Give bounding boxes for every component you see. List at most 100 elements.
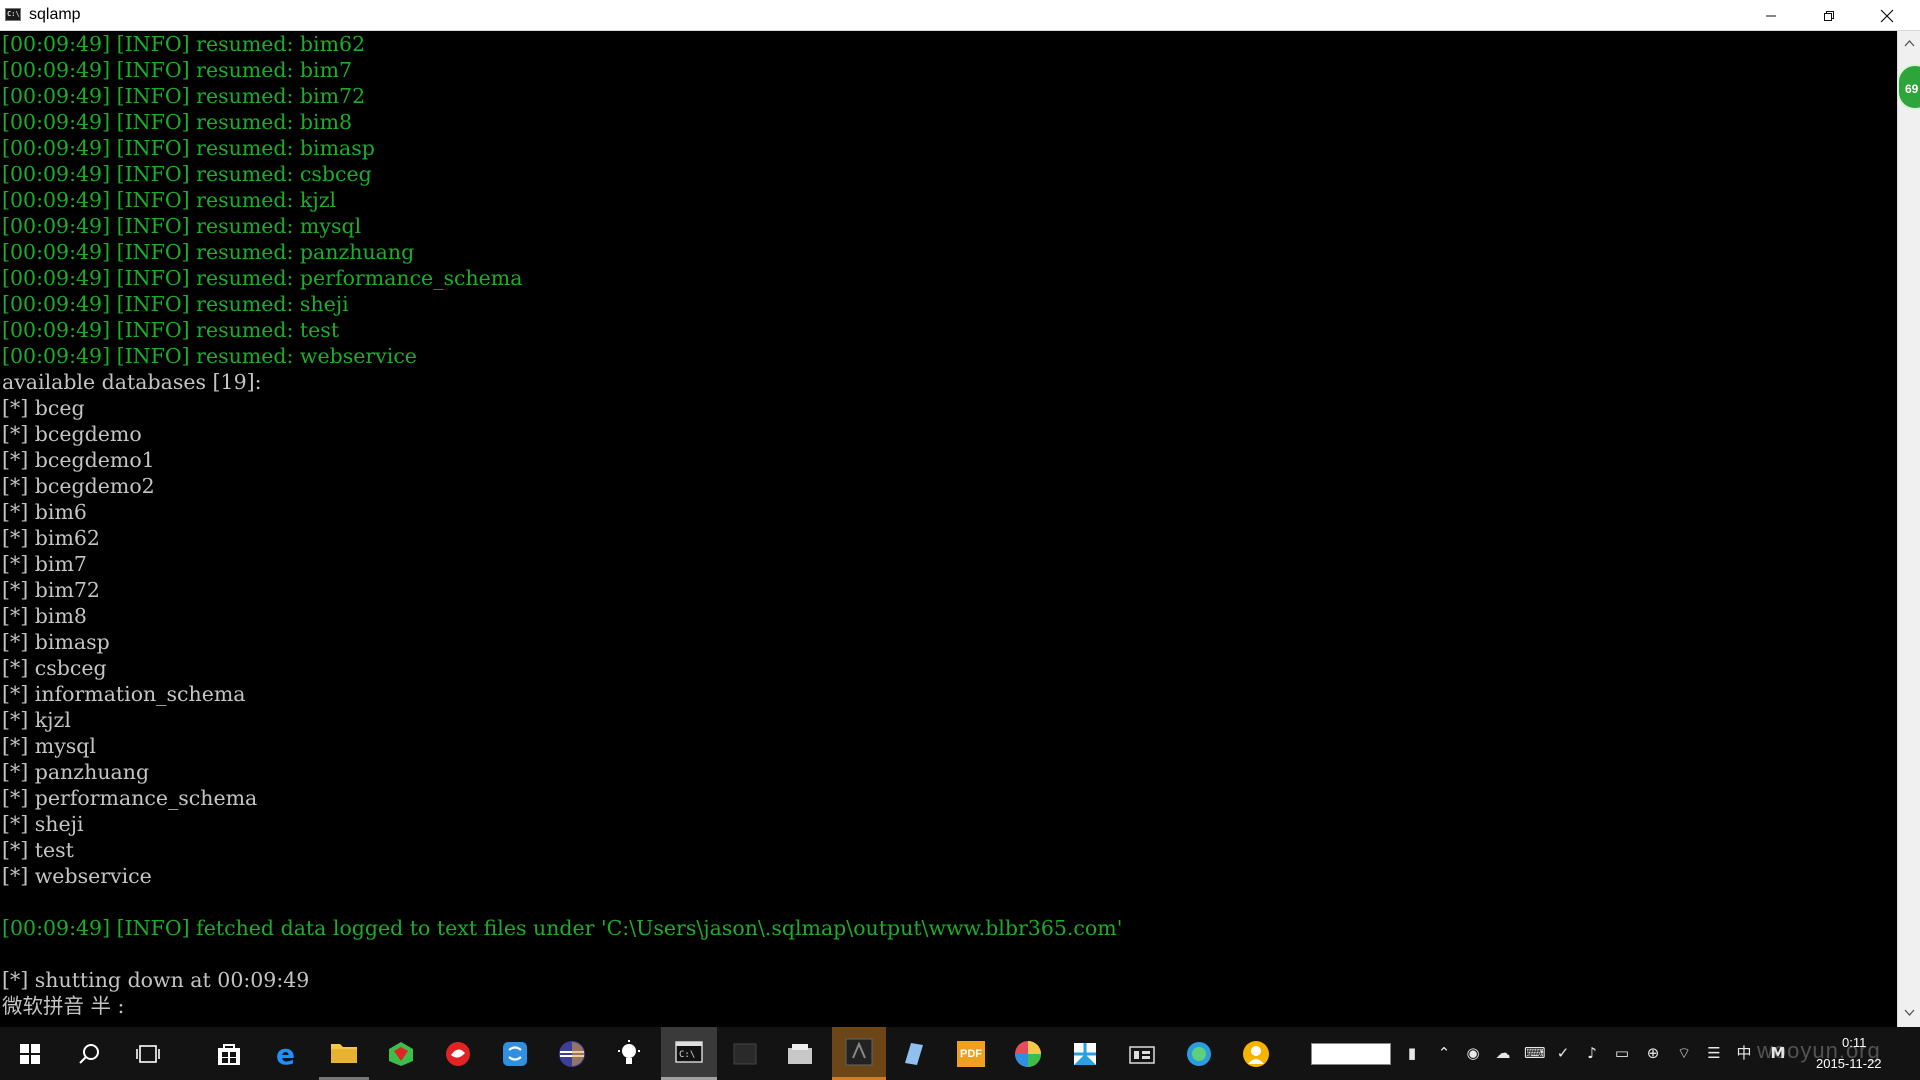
svg-text:e: e xyxy=(276,1041,295,1067)
wifi-icon[interactable]: ⌔ xyxy=(1674,1042,1694,1064)
fetched-data-line: [00:09:49] [INFO] fetched data logged to… xyxy=(2,916,1123,940)
log-line: [00:09:49] [INFO] resumed: sheji xyxy=(2,292,349,316)
windows-logo-icon xyxy=(20,1043,40,1064)
start-button[interactable] xyxy=(5,1027,55,1080)
network-globe-icon[interactable]: ◉ xyxy=(1463,1042,1483,1064)
log-line: [00:09:49] [INFO] resumed: bim62 xyxy=(2,32,366,56)
taskbar-store[interactable] xyxy=(204,1027,254,1080)
database-item: [*] bceg xyxy=(2,396,85,420)
clock-date[interactable]: 2015-11-22 xyxy=(1816,1056,1882,1071)
taskbar-app-9[interactable] xyxy=(1060,1027,1110,1080)
database-item: [*] bim62 xyxy=(2,526,100,550)
taskbar-eclipse[interactable] xyxy=(547,1027,597,1080)
log-line: [00:09:49] [INFO] resumed: test xyxy=(2,318,340,342)
battery-icon[interactable]: ▭ xyxy=(1612,1042,1632,1064)
minimize-button[interactable] xyxy=(1742,0,1800,31)
database-item: [*] bcegdemo xyxy=(2,422,142,446)
lightbulb-icon xyxy=(618,1039,640,1064)
cloud-sync-icon[interactable]: ☁ xyxy=(1493,1042,1513,1064)
taskbar-app-11[interactable] xyxy=(1174,1027,1224,1080)
restore-icon xyxy=(1824,10,1834,21)
edge-icon: e xyxy=(276,1041,295,1067)
taskbar-app-3[interactable] xyxy=(490,1027,540,1080)
taskbar-terminal[interactable]: C:\ xyxy=(661,1027,717,1080)
scroll-up-arrow-icon[interactable] xyxy=(1904,39,1915,47)
app-icon-5 xyxy=(788,1043,812,1064)
taskbar-app-8[interactable] xyxy=(1003,1027,1053,1080)
database-item: [*] bim72 xyxy=(2,578,100,602)
database-item: [*] sheji xyxy=(2,812,84,836)
log-line: [00:09:49] [INFO] resumed: mysql xyxy=(2,214,362,238)
database-item: [*] bcegdemo2 xyxy=(2,474,155,498)
log-line: [00:09:49] [INFO] resumed: csbceg xyxy=(2,162,372,186)
app-icon-4 xyxy=(733,1043,757,1064)
clock-time[interactable]: 0:11 xyxy=(1842,1035,1866,1050)
database-item: [*] kjzl xyxy=(2,708,71,732)
minimize-icon xyxy=(1766,15,1776,16)
ime-input-box[interactable] xyxy=(1311,1043,1391,1065)
taskbar-edge[interactable]: e xyxy=(262,1027,312,1080)
search-icon xyxy=(79,1043,99,1064)
battery-tray-icon[interactable]: ▮ xyxy=(1402,1042,1422,1064)
app-icon-2 xyxy=(446,1041,470,1066)
taskbar-app-10[interactable] xyxy=(1117,1027,1167,1080)
database-item: [*] panzhuang xyxy=(2,760,150,784)
scroll-down-arrow-icon[interactable] xyxy=(1904,1009,1915,1017)
database-item: [*] bimasp xyxy=(2,630,110,654)
log-line: [00:09:49] [INFO] resumed: webservice xyxy=(2,344,417,368)
task-view-button[interactable] xyxy=(123,1027,173,1080)
svg-text:C:\: C:\ xyxy=(679,1050,695,1060)
database-item: [*] information_schema xyxy=(2,682,246,706)
taskbar-pdf[interactable]: PDF xyxy=(946,1027,996,1080)
databases-header: available databases [19]: xyxy=(2,370,262,394)
taskbar-lightbulb[interactable] xyxy=(604,1027,654,1080)
search-button[interactable] xyxy=(64,1027,114,1080)
app-icon-11 xyxy=(1187,1041,1211,1066)
volume-icon[interactable]: ♪ xyxy=(1582,1042,1602,1064)
keyboard-icon[interactable]: ⌨ xyxy=(1524,1042,1546,1064)
title-bar: C:\ sqlamp xyxy=(0,0,1920,31)
log-line: [00:09:49] [INFO] resumed: bimasp xyxy=(2,136,375,160)
taskbar: e C:\ PDF xyxy=(0,1027,1920,1080)
taskbar-file-explorer[interactable] xyxy=(319,1027,369,1080)
terminal-icon: C:\ xyxy=(675,1041,703,1063)
taskbar-app-1[interactable] xyxy=(376,1027,426,1080)
database-item: [*] test xyxy=(2,838,74,862)
taskbar-app-4[interactable] xyxy=(720,1027,770,1080)
vertical-scrollbar[interactable] xyxy=(1897,31,1920,1027)
log-line: [00:09:49] [INFO] resumed: bim7 xyxy=(2,58,353,82)
log-line: [00:09:49] [INFO] resumed: kjzl xyxy=(2,188,337,212)
add-tray-icon[interactable]: ⊕ xyxy=(1643,1042,1663,1064)
taskbar-app-12[interactable] xyxy=(1231,1027,1281,1080)
app-tray-icon[interactable]: ✓ xyxy=(1553,1042,1573,1064)
window-title: sqlamp xyxy=(29,6,81,23)
app-icon-8 xyxy=(1015,1040,1041,1067)
taskbar-app-6[interactable] xyxy=(832,1027,886,1080)
folder-icon xyxy=(331,1044,357,1063)
taskbar-app-5[interactable] xyxy=(775,1027,825,1080)
floating-monitor-badge[interactable]: 69 xyxy=(1897,64,1920,110)
show-hidden-icons-chevron-icon[interactable]: ⌃ xyxy=(1434,1042,1454,1064)
app-icon-1 xyxy=(389,1041,413,1066)
pdf-icon: PDF xyxy=(957,1040,985,1067)
app-icon-9 xyxy=(1074,1042,1096,1065)
ime-language-indicator[interactable]: 中 xyxy=(1734,1042,1754,1064)
eclipse-icon xyxy=(559,1040,585,1067)
database-item: [*] performance_schema xyxy=(2,786,258,810)
database-item: [*] bim6 xyxy=(2,500,87,524)
database-item: [*] mysql xyxy=(2,734,96,758)
taskbar-app-2[interactable] xyxy=(433,1027,483,1080)
close-icon xyxy=(1880,9,1894,22)
app-icon-7 xyxy=(905,1042,923,1065)
app-icon-3 xyxy=(503,1041,527,1066)
database-item: [*] bcegdemo1 xyxy=(2,448,155,472)
close-button[interactable] xyxy=(1858,0,1916,31)
database-item: [*] webservice xyxy=(2,864,152,888)
notification-icon[interactable]: ☰ xyxy=(1704,1042,1724,1064)
taskbar-app-7[interactable] xyxy=(889,1027,939,1080)
restore-button[interactable] xyxy=(1800,0,1858,31)
app-icon-12 xyxy=(1243,1040,1269,1067)
console-output[interactable]: [00:09:49] [INFO] resumed: bim62 [00:09:… xyxy=(0,31,1897,1027)
